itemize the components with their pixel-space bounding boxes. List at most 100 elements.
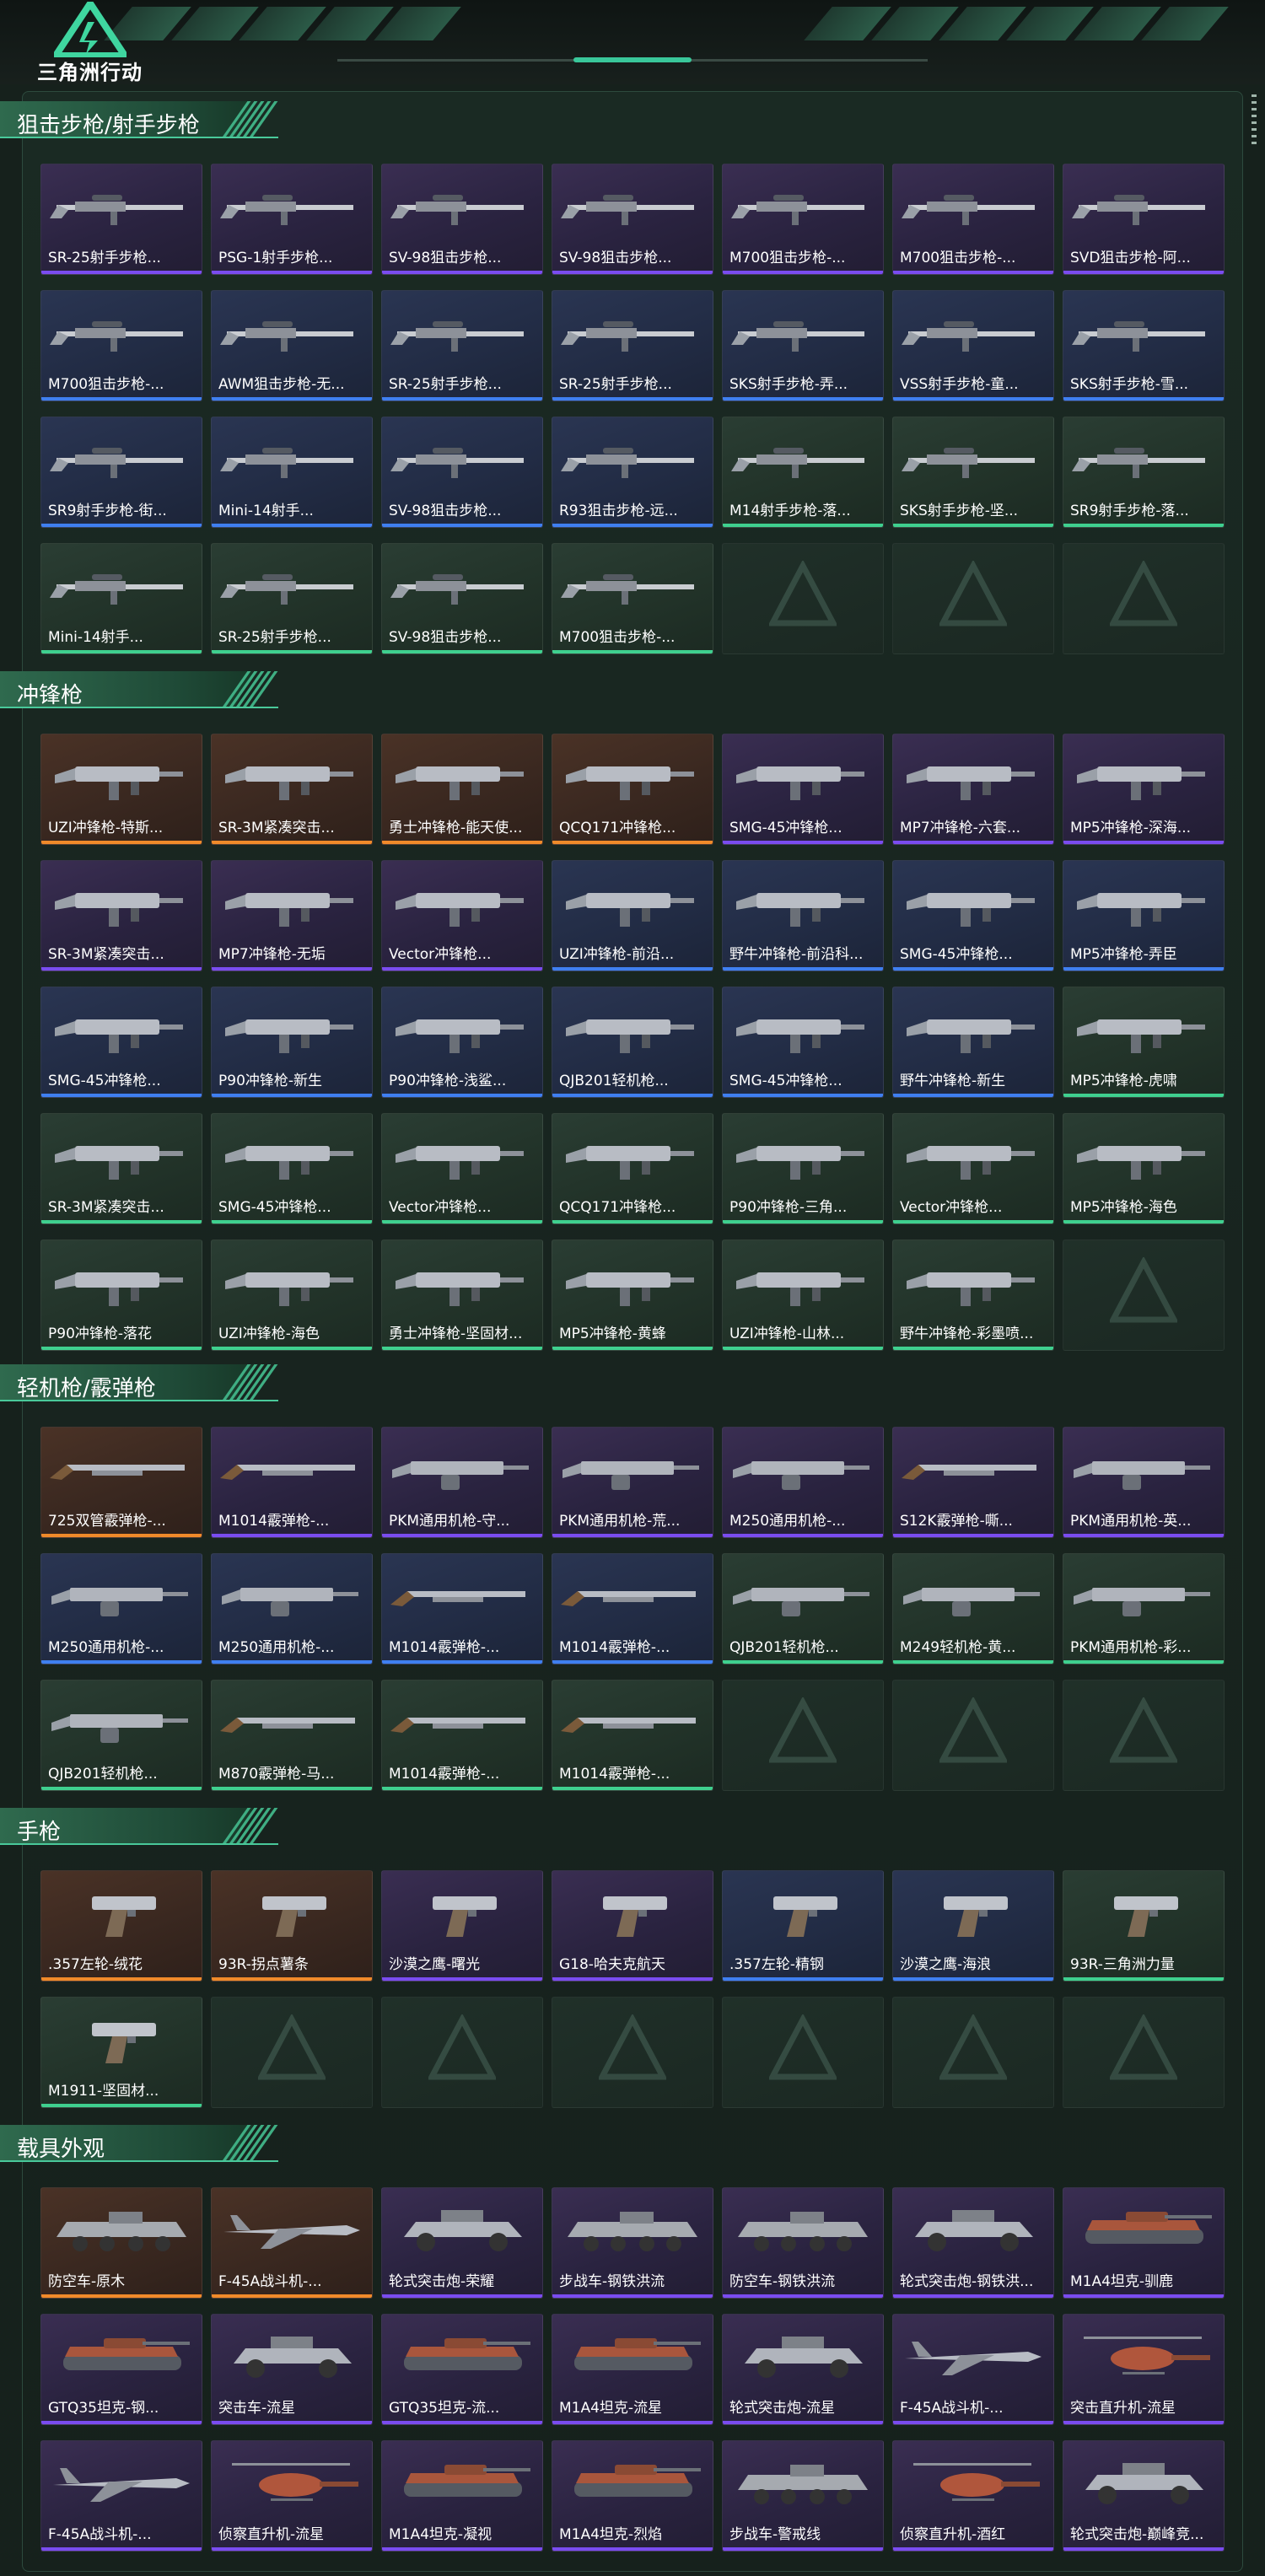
item-card[interactable]: MP7冲锋枪-六套... — [892, 734, 1054, 845]
item-card[interactable]: 突击直升机-流星 — [1063, 2314, 1225, 2425]
item-card[interactable]: QJB201轻机枪... — [552, 987, 713, 1098]
item-card[interactable]: SR9射手步枪-落... — [1063, 417, 1225, 528]
item-card[interactable]: G18-哈夫克航天 — [552, 1870, 713, 1982]
item-card[interactable]: M250通用机枪-... — [40, 1553, 202, 1664]
item-card[interactable]: M1A4坦克-驯鹿 — [1063, 2187, 1225, 2299]
item-card[interactable]: Vector冲锋枪... — [381, 1113, 543, 1224]
item-card[interactable]: R93狙击步枪-远... — [552, 417, 713, 528]
item-card[interactable]: F-45A战斗机-... — [40, 2440, 202, 2552]
item-card[interactable]: QCQ171冲锋枪... — [552, 734, 713, 845]
item-card[interactable]: P90冲锋枪-浅鲨... — [381, 987, 543, 1098]
item-card[interactable]: SR-25射手步枪... — [211, 543, 373, 654]
item-card[interactable]: M870霰弹枪-马... — [211, 1680, 373, 1791]
item-card[interactable]: P90冲锋枪-三角... — [722, 1113, 884, 1224]
item-card[interactable]: 步战车-钢铁洪流 — [552, 2187, 713, 2299]
item-card[interactable]: 勇士冲锋枪-能天使... — [381, 734, 543, 845]
item-card[interactable]: MP7冲锋枪-无垢 — [211, 860, 373, 971]
item-card[interactable]: SMG-45冲锋枪... — [722, 987, 884, 1098]
item-card[interactable]: QCQ171冲锋枪... — [552, 1113, 713, 1224]
item-card[interactable]: 轮式突击炮-荣耀 — [381, 2187, 543, 2299]
item-card[interactable]: 725双管霰弹枪-... — [40, 1427, 202, 1538]
item-card[interactable]: M700狙击步枪-... — [892, 164, 1054, 275]
item-card[interactable]: 野牛冲锋枪-前沿科... — [722, 860, 884, 971]
item-card[interactable]: UZI冲锋枪-山林... — [722, 1240, 884, 1351]
item-card[interactable]: Mini-14射手... — [40, 543, 202, 654]
item-card[interactable]: MP5冲锋枪-黄蜂 — [552, 1240, 713, 1351]
item-card[interactable]: 侦察直升机-酒红 — [892, 2440, 1054, 2552]
item-card[interactable]: SV-98狙击步枪... — [381, 417, 543, 528]
item-card[interactable]: SMG-45冲锋枪... — [40, 987, 202, 1098]
item-card[interactable]: 防空车-原木 — [40, 2187, 202, 2299]
item-card[interactable]: 野牛冲锋枪-彩墨喷... — [892, 1240, 1054, 1351]
item-card[interactable]: 步战车-警戒线 — [722, 2440, 884, 2552]
item-card[interactable]: SR-3M紧凑突击... — [40, 1113, 202, 1224]
item-card[interactable]: 野牛冲锋枪-新生 — [892, 987, 1054, 1098]
item-card[interactable]: PKM通用机枪-英... — [1063, 1427, 1225, 1538]
item-card[interactable]: SR-25射手步枪... — [40, 164, 202, 275]
item-card[interactable]: MP5冲锋枪-深海... — [1063, 734, 1225, 845]
item-card[interactable]: 突击车-流星 — [211, 2314, 373, 2425]
item-card[interactable]: M700狙击步枪-... — [552, 543, 713, 654]
item-card[interactable]: SMG-45冲锋枪... — [211, 1113, 373, 1224]
item-card[interactable]: M1911-坚固材... — [40, 1997, 202, 2108]
item-card[interactable]: UZI冲锋枪-前沿... — [552, 860, 713, 971]
item-card[interactable]: 93R-拐点薯条 — [211, 1870, 373, 1982]
item-card[interactable]: 轮式突击炮-巅峰竞... — [1063, 2440, 1225, 2552]
item-card[interactable]: SR-25射手步枪... — [552, 290, 713, 401]
item-card[interactable]: 沙漠之鹰-曙光 — [381, 1870, 543, 1982]
item-card[interactable]: 93R-三角洲力量 — [1063, 1870, 1225, 1982]
item-card[interactable]: SMG-45冲锋枪... — [722, 734, 884, 845]
item-card[interactable]: M1014霰弹枪-... — [552, 1553, 713, 1664]
item-card[interactable]: M250通用机枪-... — [722, 1427, 884, 1538]
item-card[interactable]: SKS射手步枪-雪... — [1063, 290, 1225, 401]
item-card[interactable]: M1A4坦克-流星 — [552, 2314, 713, 2425]
item-card[interactable]: GTQ35坦克-流... — [381, 2314, 543, 2425]
item-card[interactable]: Vector冲锋枪... — [892, 1113, 1054, 1224]
item-card[interactable]: UZI冲锋枪-海色 — [211, 1240, 373, 1351]
item-card[interactable]: SR9射手步枪-街... — [40, 417, 202, 528]
item-card[interactable]: PKM通用机枪-守... — [381, 1427, 543, 1538]
item-card[interactable]: F-45A战斗机-... — [892, 2314, 1054, 2425]
item-card[interactable]: MP5冲锋枪-海色 — [1063, 1113, 1225, 1224]
item-card[interactable]: 轮式突击炮-流星 — [722, 2314, 884, 2425]
item-card[interactable]: PKM通用机枪-彩... — [1063, 1553, 1225, 1664]
item-card[interactable]: M1014霰弹枪-... — [552, 1680, 713, 1791]
item-card[interactable]: P90冲锋枪-新生 — [211, 987, 373, 1098]
item-card[interactable]: SR-25射手步枪... — [381, 290, 543, 401]
item-card[interactable]: M1A4坦克-烈焰 — [552, 2440, 713, 2552]
item-card[interactable]: MP5冲锋枪-弄臣 — [1063, 860, 1225, 971]
item-card[interactable]: AWM狙击步枪-无... — [211, 290, 373, 401]
item-card[interactable]: MP5冲锋枪-虎啸 — [1063, 987, 1225, 1098]
item-card[interactable]: QJB201轻机枪... — [722, 1553, 884, 1664]
item-card[interactable]: 防空车-钢铁洪流 — [722, 2187, 884, 2299]
item-card[interactable]: SR-3M紧凑突击... — [211, 734, 373, 845]
item-card[interactable]: 侦察直升机-流星 — [211, 2440, 373, 2552]
item-card[interactable]: SV-98狙击步枪... — [381, 543, 543, 654]
item-card[interactable]: Mini-14射手... — [211, 417, 373, 528]
item-card[interactable]: M14射手步枪-落... — [722, 417, 884, 528]
item-card[interactable]: M249轻机枪-黄... — [892, 1553, 1054, 1664]
item-card[interactable]: PSG-1射手步枪... — [211, 164, 373, 275]
item-card[interactable]: F-45A战斗机-... — [211, 2187, 373, 2299]
item-card[interactable]: QJB201轻机枪... — [40, 1680, 202, 1791]
item-card[interactable]: M1014霰弹枪-... — [381, 1680, 543, 1791]
item-card[interactable]: SVD狙击步枪-阿... — [1063, 164, 1225, 275]
item-card[interactable]: SV-98狙击步枪... — [552, 164, 713, 275]
item-card[interactable]: 勇士冲锋枪-坚固材... — [381, 1240, 543, 1351]
item-card[interactable]: SMG-45冲锋枪... — [892, 860, 1054, 971]
item-card[interactable]: M1014霰弹枪-... — [381, 1553, 543, 1664]
item-card[interactable]: SKS射手步枪-坚... — [892, 417, 1054, 528]
item-card[interactable]: GTQ35坦克-钢... — [40, 2314, 202, 2425]
item-card[interactable]: SV-98狙击步枪... — [381, 164, 543, 275]
item-card[interactable]: S12K霰弹枪-嘶... — [892, 1427, 1054, 1538]
item-card[interactable]: PKM通用机枪-荒... — [552, 1427, 713, 1538]
item-card[interactable]: SKS射手步枪-弄... — [722, 290, 884, 401]
item-card[interactable]: M1014霰弹枪-... — [211, 1427, 373, 1538]
item-card[interactable]: Vector冲锋枪... — [381, 860, 543, 971]
item-card[interactable]: M700狙击步枪-... — [40, 290, 202, 401]
item-card[interactable]: SR-3M紧凑突击... — [40, 860, 202, 971]
scrollbar[interactable] — [1252, 94, 1257, 145]
item-card[interactable]: VSS射手步枪-童... — [892, 290, 1054, 401]
item-card[interactable]: .357左轮-绒花 — [40, 1870, 202, 1982]
item-card[interactable]: .357左轮-精钢 — [722, 1870, 884, 1982]
